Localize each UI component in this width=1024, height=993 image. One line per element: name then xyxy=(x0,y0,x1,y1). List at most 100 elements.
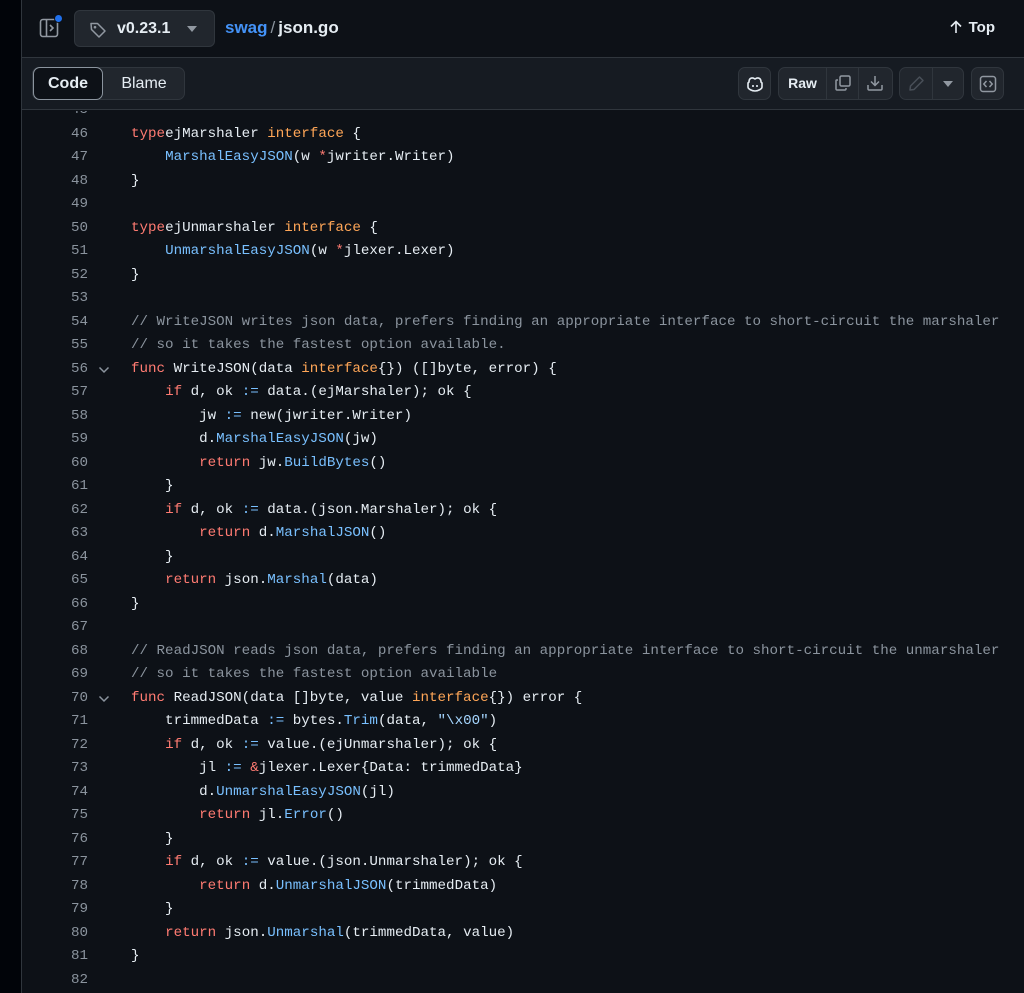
line-number[interactable]: 52 xyxy=(22,264,88,288)
code-token: jw. xyxy=(250,454,285,471)
line-number[interactable]: 61 xyxy=(22,475,88,499)
line-number[interactable]: 69 xyxy=(22,663,88,687)
code-token: WriteJSON(data xyxy=(165,360,302,377)
edit-options-dropdown[interactable] xyxy=(933,68,963,99)
code-line: 73 jl := &jlexer.Lexer{Data: trimmedData… xyxy=(22,757,1024,781)
line-number[interactable]: 63 xyxy=(22,522,88,546)
line-number[interactable]: 56 xyxy=(22,358,88,382)
line-code: } xyxy=(131,546,174,570)
line-number[interactable]: 71 xyxy=(22,710,88,734)
line-number[interactable]: 77 xyxy=(22,851,88,875)
line-code: if d, ok := value.(json.Unmarshaler); ok… xyxy=(131,851,523,875)
code-token: * xyxy=(318,149,327,165)
line-number[interactable]: 68 xyxy=(22,640,88,664)
line-code: return jw.BuildBytes() xyxy=(131,452,386,476)
code-token: value.(json.Unmarshaler); ok { xyxy=(258,854,523,870)
top-label: Top xyxy=(968,19,995,36)
chevron-down-icon[interactable] xyxy=(98,693,110,705)
tab-code[interactable]: Code xyxy=(33,67,103,100)
code-line: 77 if d, ok := value.(json.Unmarshaler);… xyxy=(22,851,1024,875)
line-number[interactable]: 55 xyxy=(22,334,88,358)
download-button[interactable] xyxy=(859,68,892,99)
code-token: d, ok xyxy=(182,384,242,400)
line-number[interactable]: 53 xyxy=(22,287,88,311)
line-number[interactable]: 45 xyxy=(22,111,88,123)
line-number[interactable]: 73 xyxy=(22,757,88,781)
line-number[interactable]: 65 xyxy=(22,569,88,593)
code-token: := xyxy=(224,407,242,424)
code-token: jl xyxy=(131,760,225,776)
ref-selector-button[interactable]: v0.23.1 xyxy=(74,10,215,47)
line-number[interactable]: 81 xyxy=(22,945,88,969)
line-number[interactable]: 50 xyxy=(22,217,88,241)
code-line: 74 d.UnmarshalEasyJSON(jl) xyxy=(22,781,1024,805)
code-line: 52} xyxy=(22,264,1024,288)
line-number[interactable]: 47 xyxy=(22,146,88,170)
code-token: return xyxy=(199,525,251,541)
code-token: d, ok xyxy=(182,501,242,518)
code-line: 65 return json.Marshal(data) xyxy=(22,569,1024,593)
copy-raw-button[interactable] xyxy=(827,68,859,99)
code-token: value.(ejUnmarshaler); ok { xyxy=(258,736,498,753)
chevron-down-icon[interactable] xyxy=(98,364,110,376)
code-line: 49 xyxy=(22,193,1024,217)
line-number[interactable]: 67 xyxy=(22,616,88,640)
line-code: if d, ok := value.(ejUnmarshaler); ok { xyxy=(131,734,497,758)
code-token: {}) error { xyxy=(488,689,583,706)
line-code: } xyxy=(131,828,174,852)
code-token: { xyxy=(360,219,378,236)
back-to-top-button[interactable]: Top xyxy=(949,19,995,36)
copy-icon xyxy=(835,75,851,91)
code-token: } xyxy=(131,266,140,283)
tab-blame[interactable]: Blame xyxy=(103,68,185,99)
line-number[interactable]: 80 xyxy=(22,922,88,946)
line-number[interactable]: 51 xyxy=(22,240,88,264)
line-number[interactable]: 49 xyxy=(22,193,88,217)
code-line: 53 xyxy=(22,287,1024,311)
line-number[interactable]: 64 xyxy=(22,546,88,570)
edit-file-button[interactable] xyxy=(900,68,933,99)
line-number[interactable]: 60 xyxy=(22,452,88,476)
code-token: := xyxy=(267,713,285,729)
raw-button[interactable]: Raw xyxy=(779,68,827,99)
line-number[interactable]: 46 xyxy=(22,123,88,147)
breadcrumb-file: json.go xyxy=(278,18,339,37)
line-number[interactable]: 78 xyxy=(22,875,88,899)
line-number[interactable]: 57 xyxy=(22,381,88,405)
code-line: 57 if d, ok := data.(ejMarshaler); ok { xyxy=(22,381,1024,405)
line-number[interactable]: 76 xyxy=(22,828,88,852)
line-number[interactable]: 58 xyxy=(22,405,88,429)
line-number[interactable]: 75 xyxy=(22,804,88,828)
code-token: return xyxy=(199,807,251,823)
code-token: if xyxy=(165,501,183,518)
line-number[interactable]: 54 xyxy=(22,311,88,335)
code-token: bytes. xyxy=(284,713,344,729)
line-code: // so it takes the fastest option availa… xyxy=(131,663,497,687)
line-number[interactable]: 79 xyxy=(22,898,88,922)
line-number[interactable]: 74 xyxy=(22,781,88,805)
copilot-button[interactable] xyxy=(738,67,771,100)
line-code: } xyxy=(131,170,140,194)
line-number[interactable]: 59 xyxy=(22,428,88,452)
line-number[interactable]: 82 xyxy=(22,969,88,993)
line-code: d.UnmarshalEasyJSON(jl) xyxy=(131,781,395,805)
breadcrumb: swag / json.go xyxy=(225,18,339,38)
line-number[interactable]: 72 xyxy=(22,734,88,758)
code-token: Unmarshal xyxy=(267,924,344,941)
line-number[interactable]: 66 xyxy=(22,593,88,617)
code-line: 51 UnmarshalEasyJSON(w *jlexer.Lexer) xyxy=(22,240,1024,264)
line-number[interactable]: 70 xyxy=(22,687,88,711)
line-code: // so it takes the fastest option availa… xyxy=(131,334,506,358)
code-token: if xyxy=(165,854,183,870)
breadcrumb-repo-link[interactable]: swag xyxy=(225,18,268,37)
line-number[interactable]: 48 xyxy=(22,170,88,194)
line-number[interactable]: 62 xyxy=(22,499,88,523)
code-token: } xyxy=(131,172,140,189)
code-token: } xyxy=(131,478,174,494)
line-code: typeejUnmarshaler interface { xyxy=(131,217,378,241)
symbols-panel-button[interactable] xyxy=(971,67,1004,100)
